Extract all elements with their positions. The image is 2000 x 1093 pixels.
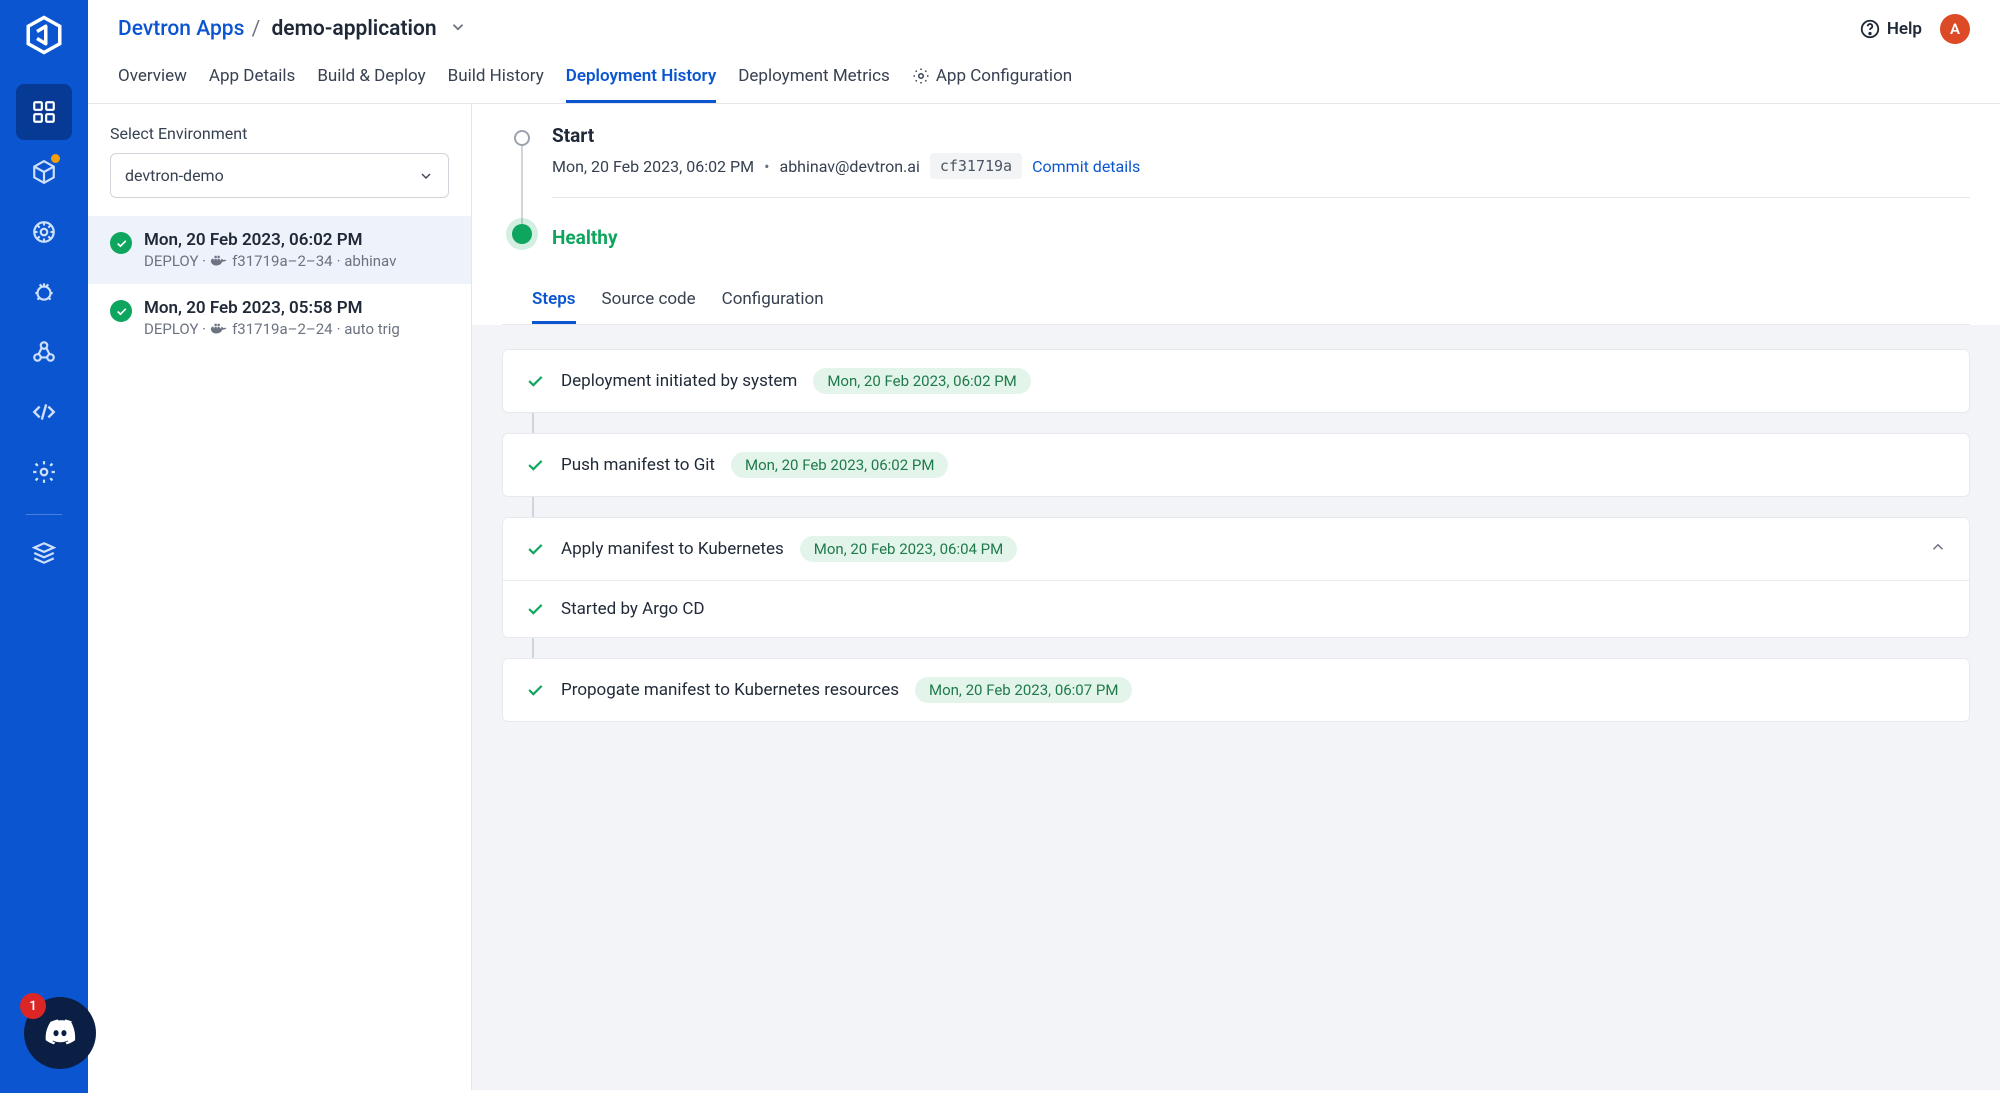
nav-code-icon[interactable]: [16, 384, 72, 440]
history-item[interactable]: Mon, 20 Feb 2023, 06:02 PM DEPLOY · f317…: [88, 216, 471, 284]
step-connector: [532, 497, 534, 517]
timeline-health-node: [512, 224, 532, 244]
env-selected: devtron-demo: [125, 166, 224, 185]
check-icon: [525, 539, 545, 559]
discord-button[interactable]: 1: [24, 997, 96, 1069]
nav-rail: [0, 0, 88, 1093]
chevron-up-icon[interactable]: [1929, 538, 1947, 560]
docker-icon: [210, 254, 228, 268]
env-label: Select Environment: [88, 104, 471, 153]
step-connector: [532, 413, 534, 433]
success-icon: [110, 300, 132, 322]
history-item[interactable]: Mon, 20 Feb 2023, 05:58 PM DEPLOY · f317…: [88, 284, 471, 352]
timeline-rail: [512, 130, 532, 244]
tab-deployment-history[interactable]: Deployment History: [566, 54, 717, 103]
history-meta: DEPLOY · f31719a–2–24 · auto trig: [144, 320, 400, 338]
breadcrumb: Devtron Apps / demo-application Help A: [88, 0, 2000, 54]
step-time: Mon, 20 Feb 2023, 06:04 PM: [800, 536, 1017, 562]
step-time: Mon, 20 Feb 2023, 06:02 PM: [813, 368, 1030, 394]
step-title: Push manifest to Git: [561, 455, 715, 475]
start-label: Start: [552, 124, 1970, 147]
step-card[interactable]: Apply manifest to Kubernetes Mon, 20 Feb…: [502, 517, 1970, 638]
history-panel: Select Environment devtron-demo Mon, 20 …: [88, 104, 472, 1090]
nav-notification-dot: [51, 154, 60, 163]
tab-build-deploy[interactable]: Build & Deploy: [317, 54, 425, 103]
tab-build-history[interactable]: Build History: [448, 54, 544, 103]
step-sub-title: Started by Argo CD: [561, 599, 705, 619]
sub-tabs: Steps Source code Configuration: [502, 279, 1970, 325]
subtab-config[interactable]: Configuration: [722, 279, 824, 324]
help-label: Help: [1887, 19, 1922, 39]
step-card[interactable]: Propogate manifest to Kubernetes resourc…: [502, 658, 1970, 722]
nav-stack-icon[interactable]: [16, 525, 72, 581]
subtab-steps[interactable]: Steps: [532, 279, 576, 324]
step-title: Apply manifest to Kubernetes: [561, 539, 784, 559]
breadcrumb-current: demo-application: [271, 17, 436, 41]
nav-apps-icon[interactable]: [16, 84, 72, 140]
timeline-start-node: [514, 130, 530, 146]
nav-cluster-icon[interactable]: [16, 324, 72, 380]
step-time: Mon, 20 Feb 2023, 06:02 PM: [731, 452, 948, 478]
tab-app-configuration[interactable]: App Configuration: [912, 54, 1072, 103]
chevron-down-icon[interactable]: [449, 18, 467, 40]
nav-cube-icon[interactable]: [16, 144, 72, 200]
docker-icon: [210, 322, 228, 336]
step-substep: Started by Argo CD: [503, 580, 1969, 637]
nav-helm-icon[interactable]: [16, 204, 72, 260]
avatar[interactable]: A: [1940, 14, 1970, 44]
tab-app-details[interactable]: App Details: [209, 54, 295, 103]
gear-icon: [912, 67, 930, 85]
step-card[interactable]: Push manifest to Git Mon, 20 Feb 2023, 0…: [502, 433, 1970, 497]
check-icon: [525, 599, 545, 619]
success-icon: [110, 232, 132, 254]
history-meta: DEPLOY · f31719a–2–34 · abhinav: [144, 252, 396, 270]
deploy-author: abhinav@devtron.ai: [779, 157, 919, 176]
tab-deployment-metrics[interactable]: Deployment Metrics: [738, 54, 890, 103]
tab-app-configuration-label: App Configuration: [936, 66, 1072, 86]
commit-details-link[interactable]: Commit details: [1032, 157, 1140, 176]
devtron-logo[interactable]: [23, 14, 65, 56]
step-card[interactable]: Deployment initiated by system Mon, 20 F…: [502, 349, 1970, 413]
deploy-timestamp: Mon, 20 Feb 2023, 06:02 PM: [552, 157, 754, 176]
top-header: Devtron Apps / demo-application Help A O…: [88, 0, 2000, 104]
discord-badge: 1: [20, 993, 46, 1019]
commit-hash: cf31719a: [930, 153, 1022, 179]
steps-list: Deployment initiated by system Mon, 20 F…: [472, 325, 2000, 1090]
check-icon: [525, 680, 545, 700]
check-icon: [525, 455, 545, 475]
health-status: Healthy: [552, 226, 618, 249]
help-button[interactable]: Help: [1859, 18, 1922, 40]
breadcrumb-root[interactable]: Devtron Apps: [118, 17, 244, 41]
nav-bug-icon[interactable]: [16, 264, 72, 320]
nav-divider: [26, 514, 62, 515]
step-time: Mon, 20 Feb 2023, 06:07 PM: [915, 677, 1132, 703]
subtab-source[interactable]: Source code: [602, 279, 696, 324]
check-icon: [525, 371, 545, 391]
step-title: Propogate manifest to Kubernetes resourc…: [561, 680, 899, 700]
step-connector: [532, 638, 534, 658]
top-tabs: Overview App Details Build & Deploy Buil…: [88, 54, 2000, 103]
chevron-down-icon: [418, 168, 434, 184]
tab-overview[interactable]: Overview: [118, 54, 187, 103]
detail-panel: Start Mon, 20 Feb 2023, 06:02 PM • abhin…: [472, 104, 2000, 1090]
env-select[interactable]: devtron-demo: [110, 153, 449, 198]
breadcrumb-sep: /: [246, 17, 265, 41]
nav-settings-icon[interactable]: [16, 444, 72, 500]
history-title: Mon, 20 Feb 2023, 05:58 PM: [144, 298, 400, 318]
history-title: Mon, 20 Feb 2023, 06:02 PM: [144, 230, 396, 250]
step-title: Deployment initiated by system: [561, 371, 797, 391]
